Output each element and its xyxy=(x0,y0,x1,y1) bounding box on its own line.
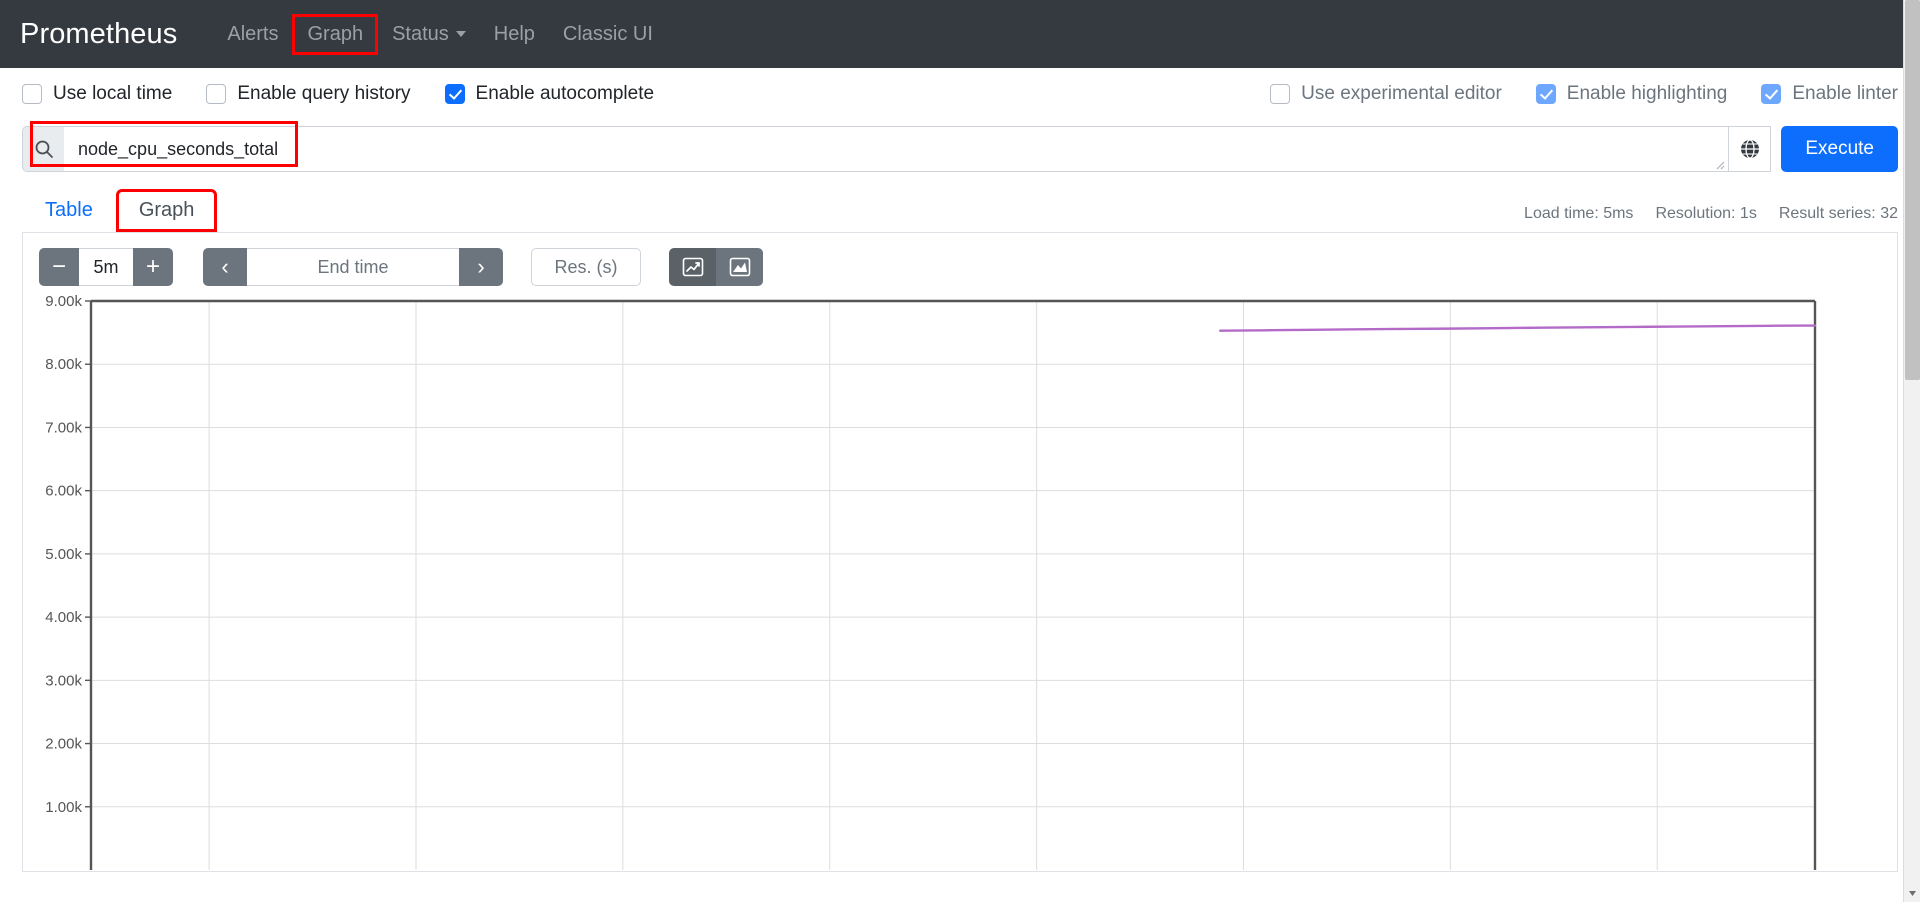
svg-text:9.00k: 9.00k xyxy=(45,295,82,310)
resize-grip[interactable] xyxy=(1713,157,1725,170)
option-enable-autocomplete[interactable]: Enable autocomplete xyxy=(444,83,655,105)
svg-text:7.00k: 7.00k xyxy=(45,419,82,436)
page-scrollbar[interactable] xyxy=(1903,0,1920,902)
graph-panel: − 5m + ‹ End time › Res. (s) 9.00k 8.00k… xyxy=(22,232,1898,872)
option-enable-query-history[interactable]: Enable query history xyxy=(206,83,411,105)
tab-graph[interactable]: Graph xyxy=(115,189,218,232)
search-icon xyxy=(22,126,64,172)
area-chart-icon[interactable] xyxy=(716,248,763,286)
option-use-local-time[interactable]: Use local time xyxy=(22,83,172,105)
query-input[interactable]: node_cpu_seconds_total xyxy=(30,121,1730,172)
use-local-time-checkbox[interactable] xyxy=(22,84,42,104)
metrics-explorer-button[interactable] xyxy=(1729,126,1772,172)
graph-controls: − 5m + ‹ End time › Res. (s) xyxy=(39,247,1881,287)
stat-resolution: Resolution: 1s xyxy=(1655,205,1757,222)
options-left: Use local time Enable query history Enab… xyxy=(22,83,654,105)
svg-text:3.00k: 3.00k xyxy=(45,672,82,689)
svg-text:2.00k: 2.00k xyxy=(45,736,82,753)
nav-status-label: Status xyxy=(392,22,449,45)
svg-text:6.00k: 6.00k xyxy=(45,483,82,500)
svg-text:4.00k: 4.00k xyxy=(45,609,82,626)
y-axis-tick-labels: 9.00k 8.00k 7.00k 6.00k 5.00k 4.00k 3.00k 2.00k… xyxy=(45,295,82,816)
query-input-value: node_cpu_seconds_total xyxy=(78,138,279,159)
enable-query-history-checkbox[interactable] xyxy=(206,84,227,104)
previous-time-button[interactable]: ‹ xyxy=(203,248,247,286)
resolution-input[interactable]: Res. (s) xyxy=(531,248,641,286)
use-experimental-editor-label: Use experimental editor xyxy=(1301,83,1502,104)
execute-button[interactable]: Execute xyxy=(1781,126,1898,172)
nav-graph-label: Graph xyxy=(307,22,364,45)
decrease-range-button[interactable]: − xyxy=(39,248,79,286)
end-time-control-group: ‹ End time › xyxy=(203,248,503,286)
option-use-experimental-editor[interactable]: Use experimental editor xyxy=(1270,83,1502,105)
query-stats: Load time: 5ms Resolution: 1s Result ser… xyxy=(1524,205,1898,232)
line-chart-icon[interactable] xyxy=(669,248,716,286)
stat-load-time: Load time: 5ms xyxy=(1524,205,1634,222)
svg-text:5.00k: 5.00k xyxy=(45,546,82,563)
enable-linter-label: Enable linter xyxy=(1792,83,1898,104)
nav-alerts[interactable]: Alerts xyxy=(213,15,292,54)
use-experimental-editor-checkbox[interactable] xyxy=(1270,84,1291,104)
next-time-button[interactable]: › xyxy=(459,248,503,286)
enable-query-history-label: Enable query history xyxy=(237,83,411,104)
enable-highlighting-label: Enable highlighting xyxy=(1566,83,1728,104)
graph-chart[interactable]: 9.00k 8.00k 7.00k 6.00k 5.00k 4.00k 3.00k 2.00k… xyxy=(39,295,1855,870)
option-enable-highlighting[interactable]: Enable highlighting xyxy=(1535,83,1728,105)
stat-result-series: Result series: 32 xyxy=(1778,205,1898,222)
tab-table[interactable]: Table xyxy=(22,189,116,232)
enable-autocomplete-label: Enable autocomplete xyxy=(475,83,655,104)
series-lines xyxy=(1219,324,1817,332)
nav-help[interactable]: Help xyxy=(480,15,549,54)
chart-area[interactable]: 9.00k 8.00k 7.00k 6.00k 5.00k 4.00k 3.00k 2.00k… xyxy=(39,295,1881,871)
enable-autocomplete-checkbox[interactable] xyxy=(444,84,465,104)
increase-range-button[interactable]: + xyxy=(133,248,173,286)
scrollbar-thumb[interactable] xyxy=(1905,0,1920,380)
svg-text:1.00k: 1.00k xyxy=(45,799,82,816)
range-input[interactable]: 5m xyxy=(79,248,133,286)
y-gridlines xyxy=(91,363,1815,808)
x-gridlines xyxy=(90,301,1816,870)
chart-type-group xyxy=(669,248,763,286)
result-tabs: Table Graph Load time: 5ms Resolution: 1… xyxy=(22,186,1898,232)
options-row: Use local time Enable query history Enab… xyxy=(0,68,1920,120)
chevron-down-icon xyxy=(455,31,466,37)
enable-linter-checkbox[interactable] xyxy=(1761,84,1782,104)
options-right: Use experimental editor Enable highlight… xyxy=(1270,83,1898,105)
brand-title: Prometheus xyxy=(20,17,178,50)
svg-text:8.00k: 8.00k xyxy=(45,356,82,373)
enable-highlighting-checkbox[interactable] xyxy=(1535,84,1556,104)
chevron-down-icon[interactable] xyxy=(1904,885,1920,902)
end-time-input[interactable]: End time xyxy=(247,248,459,286)
nav-classic-ui[interactable]: Classic UI xyxy=(549,15,667,54)
use-local-time-label: Use local time xyxy=(53,83,173,104)
option-enable-linter[interactable]: Enable linter xyxy=(1761,83,1898,105)
query-row: node_cpu_seconds_total Execute xyxy=(22,121,1898,172)
range-control-group: − 5m + xyxy=(39,248,173,286)
nav-graph[interactable]: Graph xyxy=(292,13,379,55)
navbar: Prometheus Alerts Graph Status Help Clas… xyxy=(0,0,1920,68)
chart-axes xyxy=(85,299,1817,870)
nav-status[interactable]: Status xyxy=(378,15,480,54)
